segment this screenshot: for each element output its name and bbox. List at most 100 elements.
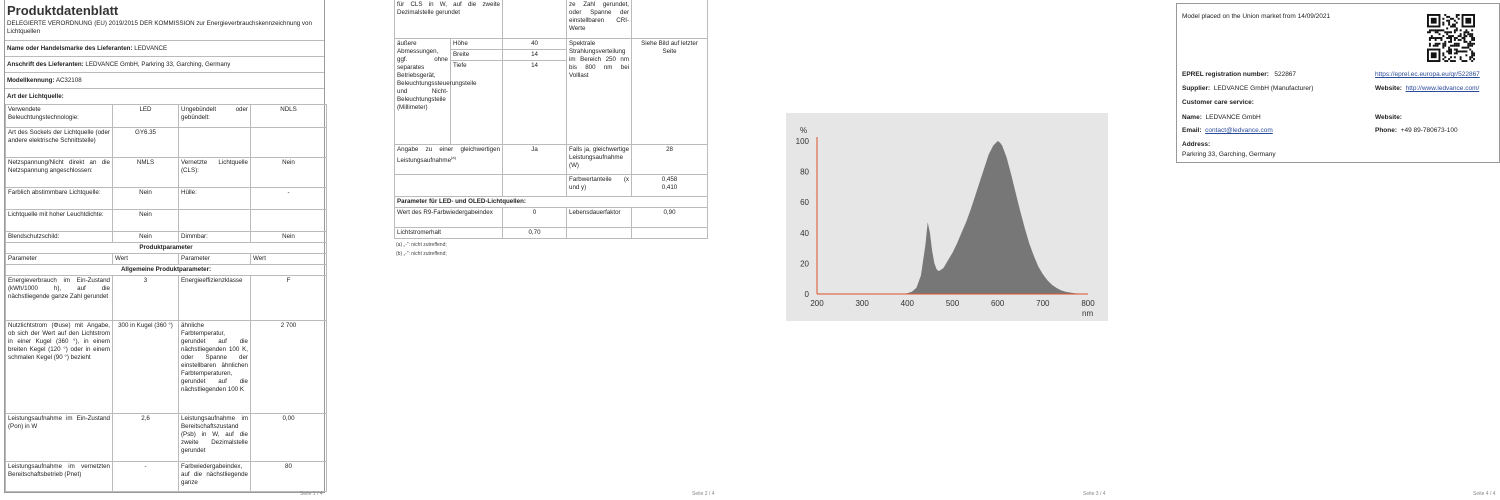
x-tick-label: 200 bbox=[810, 299, 824, 308]
table-cell: Hülle: bbox=[178, 187, 251, 210]
eprel-link[interactable]: https://eprel.ec.europa.eu/qr/522867 bbox=[1375, 71, 1480, 78]
height-value: 40 bbox=[502, 37, 568, 50]
table-cell: ähnliche Farbtemperatur, gerundet auf di… bbox=[178, 320, 251, 414]
x-tick-label: 300 bbox=[855, 299, 869, 308]
table-row: Netzspannung/Nicht direkt an die Netzspa… bbox=[5, 157, 327, 188]
email-row: Email: contact@ledvance.com bbox=[1182, 127, 1273, 134]
y-tick-label: 0 bbox=[805, 290, 810, 299]
supplier-label: Name oder Handelsmarke des Lieferanten: bbox=[7, 45, 133, 52]
page-1: Produktdatenblatt DELEGIERTE VERORDNUNG … bbox=[0, 0, 375, 500]
table-cell bbox=[502, 173, 568, 197]
phone-label: Phone: bbox=[1375, 127, 1398, 134]
table-cell bbox=[502, 0, 568, 39]
table-cell: Leistungsaufnahme im Bereitschaftszustan… bbox=[178, 413, 251, 462]
table-row: Allgemeine Produktparameter: bbox=[5, 264, 327, 276]
table-cell: ze Zahl gerundet, oder Spanne der einste… bbox=[566, 0, 633, 39]
table-cell bbox=[250, 209, 327, 232]
eprel-label: EPREL registration number: bbox=[1182, 71, 1269, 78]
table-cell: LED bbox=[112, 104, 179, 128]
table-cell bbox=[631, 0, 709, 39]
life-factor-value: 0,90 bbox=[631, 206, 709, 228]
table-cell: Vernetzte Lichtquelle (CLS): bbox=[178, 157, 251, 188]
spectrum-area bbox=[902, 141, 1088, 294]
page-number: Seite 2 / 4 bbox=[692, 491, 715, 497]
table-row: Angabe zu einer gleichwertigen Leistungs… bbox=[393, 143, 709, 175]
table-cell: Farbwiedergabeindex, auf die nächstliege… bbox=[178, 461, 251, 492]
chroma-label: Farbwertanteile (x und y) bbox=[566, 173, 633, 197]
datasheet-continued: für CLS in W, auf die zweite Dezimalstel… bbox=[393, 0, 709, 257]
website-row: Website: http://www.ledvance.com/ bbox=[1375, 85, 1479, 92]
chroma-value: 0,458 0,410 bbox=[631, 173, 709, 197]
table-cell: Nein bbox=[112, 209, 179, 232]
email-label: Email: bbox=[1182, 127, 1202, 134]
spectral-label: Spektrale Strahlungsverteilung im Bereic… bbox=[566, 37, 633, 145]
table-cell: - bbox=[112, 461, 179, 492]
table-cell: Leistungsaufnahme im Ein-Zustand (Pon) i… bbox=[5, 413, 113, 462]
market-date-text: Model placed on the Union market from 14… bbox=[1182, 13, 1331, 20]
table-cell: Farblich abstimmbare Lichtquelle: bbox=[5, 187, 113, 210]
table-row: Lichtstromerhalt 0,70 bbox=[393, 226, 709, 239]
table-row: äußere Abmessungen, ggf. ohne separates … bbox=[394, 37, 709, 145]
r9-value: 0 bbox=[502, 206, 568, 228]
phone-value: +49 89-780673-100 bbox=[1400, 127, 1458, 134]
website-link[interactable]: http://www.ledvance.com/ bbox=[1406, 85, 1480, 92]
chroma-y: 0,410 bbox=[661, 183, 678, 191]
depth-label: Tiefe bbox=[449, 59, 504, 145]
footnote-marker: (a) bbox=[451, 154, 456, 160]
column-header: Parameter bbox=[5, 253, 113, 265]
led-params-heading: Parameter für LED- und OLED-Lichtquellen… bbox=[393, 195, 709, 208]
email-link[interactable]: contact@ledvance.com bbox=[1205, 127, 1273, 134]
table-row: Verwendete Beleuchtungstechnologie: LED … bbox=[5, 104, 327, 128]
equiv-power-value: 28 bbox=[631, 143, 709, 175]
page-4: Model placed on the Union market from 14… bbox=[1125, 0, 1500, 500]
column-header: Wert bbox=[112, 253, 179, 265]
table-cell: Leistungsaufnahme im vernetzten Bereitsc… bbox=[5, 461, 113, 492]
table-row: Lichtquelle mit hoher Leuchtdichte: Nein bbox=[5, 209, 327, 232]
table-cell: Blendschutzschild: bbox=[5, 231, 113, 243]
qr-code-icon[interactable] bbox=[1427, 14, 1475, 62]
supplier-value: LEDVANCE bbox=[134, 45, 168, 52]
table-cell bbox=[178, 209, 251, 232]
table-cell: Nein bbox=[112, 187, 179, 210]
table-cell: Energieeffizienzklasse bbox=[178, 275, 251, 321]
table-cell: 300 in Kugel (360 °) bbox=[112, 320, 179, 414]
table-row: Produktparameter bbox=[5, 242, 327, 254]
table-cell: NDLS bbox=[250, 104, 327, 128]
table-cell: F bbox=[250, 275, 327, 321]
name-label: Name: bbox=[1182, 114, 1202, 121]
table-cell bbox=[178, 127, 251, 158]
table-cell: Nein bbox=[250, 157, 327, 188]
website2-label: Website: bbox=[1375, 114, 1402, 121]
table-cell: Art des Sockels der Lichtquelle (oder an… bbox=[5, 127, 113, 158]
x-tick-label: 800 bbox=[1081, 299, 1095, 308]
address-row: Anschrift des Lieferanten: LEDVANCE GmbH… bbox=[5, 57, 324, 73]
table-cell: 2 700 bbox=[250, 320, 327, 414]
model-row: Modellkennung: AC32108 bbox=[5, 73, 324, 89]
address-value: LEDVANCE GmbH, Parkring 33, Garching, Ge… bbox=[85, 61, 231, 68]
footnote-a: (a) „-“: nicht zutreffend; bbox=[396, 241, 447, 248]
y-axis-label: % bbox=[800, 126, 807, 135]
table-row: Art des Sockels der Lichtquelle (oder an… bbox=[5, 127, 327, 158]
y-tick-label: 40 bbox=[800, 229, 809, 238]
eprel-value: 522867 bbox=[1274, 71, 1297, 78]
page-2: für CLS in W, auf die zweite Dezimalstel… bbox=[375, 0, 750, 500]
r9-label: Wert des R9-Farbwiedergabeindex bbox=[393, 206, 504, 228]
table-cell: Nein bbox=[250, 231, 327, 243]
spectrum-chart: 0 20 40 60 80 100 200 300 400 500 600 700 800% nm bbox=[786, 113, 1108, 321]
equiv-label-text: Angabe zu einer gleichwertigen Leistungs… bbox=[397, 145, 501, 164]
table-row: Energieverbrauch im Ein-Zustand (kWh/100… bbox=[5, 275, 327, 321]
eprel-info-card: Model placed on the Union market from 14… bbox=[1176, 3, 1500, 163]
page-3: 0 20 40 60 80 100 200 300 400 500 600 700 800% nm Sei… bbox=[750, 0, 1125, 500]
x-tick-label: 500 bbox=[946, 299, 960, 308]
table-cell bbox=[250, 127, 327, 158]
table-cell: Dimmbar: bbox=[178, 231, 251, 243]
customer-care-heading: Customer care service: bbox=[1182, 99, 1254, 106]
address-label: Address: bbox=[1182, 141, 1211, 148]
y-tick-label: 100 bbox=[796, 137, 810, 146]
column-header: Wert bbox=[250, 253, 327, 265]
table-cell: NMLS bbox=[112, 157, 179, 188]
table-row: Wert des R9-Farbwiedergabeindex 0 Lebens… bbox=[393, 206, 709, 228]
light-source-table: Verwendete Beleuchtungstechnologie: LED … bbox=[5, 104, 327, 492]
x-tick-label: 600 bbox=[991, 299, 1005, 308]
table-cell: Nein bbox=[112, 231, 179, 243]
